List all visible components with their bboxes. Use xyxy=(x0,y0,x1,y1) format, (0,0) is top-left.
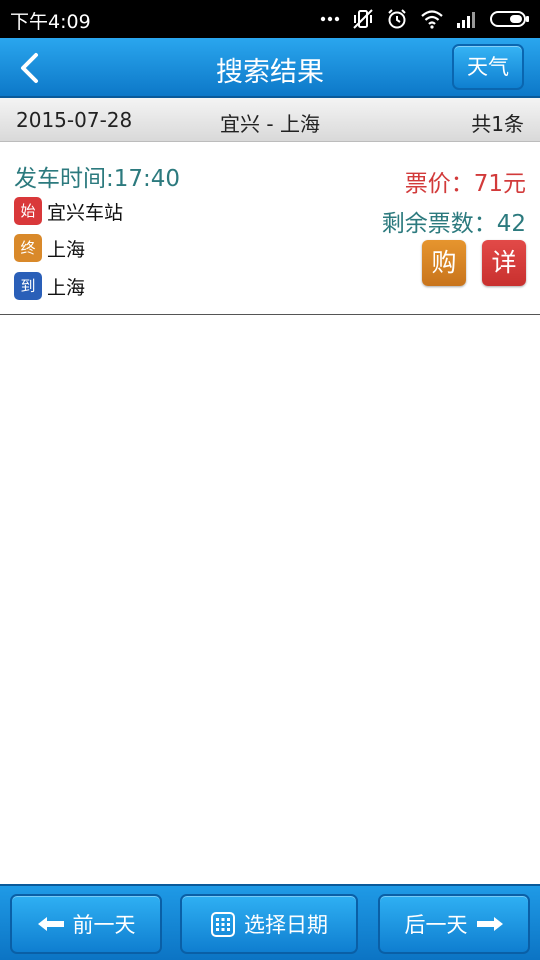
signal-icon xyxy=(456,10,478,28)
weather-button[interactable]: 天气 xyxy=(452,44,524,90)
battery-icon xyxy=(490,10,530,28)
footer-nav: 前一天 选择日期 后一天 xyxy=(0,884,540,960)
start-station-row: 始 宜兴车站 xyxy=(14,197,123,225)
next-day-label: 后一天 xyxy=(404,913,468,937)
start-station: 宜兴车站 xyxy=(47,201,124,224)
select-date-button[interactable]: 选择日期 xyxy=(180,894,358,954)
select-date-label: 选择日期 xyxy=(244,913,328,937)
vibrate-off-icon xyxy=(352,8,374,30)
departure-time: 发车时间:17:40 xyxy=(14,166,181,192)
end-station-row: 终 上海 xyxy=(14,234,85,262)
remaining-tickets: 剩余票数：42 xyxy=(381,211,526,237)
ticket-price: 票价：71元 xyxy=(404,171,526,197)
search-info-bar: 2015-07-28 宜兴 - 上海 共1条 xyxy=(0,98,540,142)
app-header: 搜索结果 天气 xyxy=(0,38,540,98)
detail-button[interactable]: 详 xyxy=(482,240,526,286)
wifi-icon xyxy=(420,9,444,29)
status-bar: 下午4:09 xyxy=(0,0,540,38)
more-dots-icon xyxy=(320,16,340,22)
arrive-station-row: 到 上海 xyxy=(14,272,85,300)
previous-day-label: 前一天 xyxy=(72,913,136,937)
start-tag: 始 xyxy=(14,197,42,225)
arrive-station: 上海 xyxy=(47,276,86,299)
end-station: 上海 xyxy=(47,238,86,261)
previous-day-button[interactable]: 前一天 xyxy=(10,894,162,954)
next-day-button[interactable]: 后一天 xyxy=(378,894,530,954)
alarm-icon xyxy=(386,8,408,30)
search-route: 宜兴 - 上海 xyxy=(220,112,320,136)
buy-button[interactable]: 购 xyxy=(422,240,466,286)
result-count: 共1条 xyxy=(471,112,524,136)
arrow-right-icon xyxy=(476,917,503,931)
arrive-tag: 到 xyxy=(14,272,42,300)
calendar-icon xyxy=(211,912,235,937)
bus-result-item[interactable]: 发车时间:17:40 始 宜兴车站 终 上海 到 上海 票价：71元 剩余票数：… xyxy=(0,143,540,315)
status-time: 下午4:09 xyxy=(10,11,91,33)
end-tag: 终 xyxy=(14,234,42,262)
status-icons xyxy=(320,8,530,30)
arrow-left-icon xyxy=(37,917,64,931)
